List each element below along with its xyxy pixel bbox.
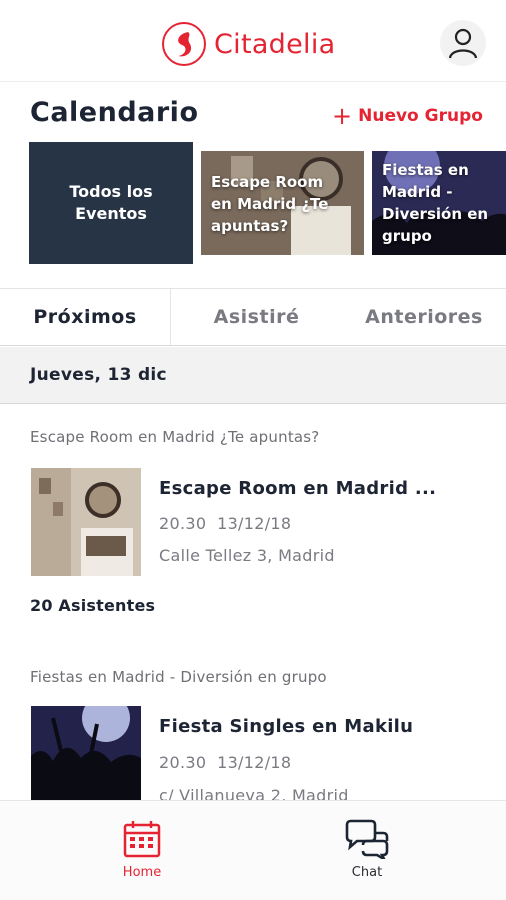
app-logo[interactable]: Citadelia bbox=[162, 22, 335, 66]
tab-proximos[interactable]: Próximos bbox=[0, 289, 171, 345]
event-thumbnail[interactable] bbox=[31, 468, 141, 576]
new-group-label: Nuevo Grupo bbox=[358, 106, 483, 126]
chat-bubbles-icon bbox=[345, 819, 389, 859]
event-title[interactable]: Escape Room en Madrid ... bbox=[159, 478, 436, 499]
nav-chat[interactable]: Chat bbox=[327, 819, 407, 880]
event-datetime: 20.30 13/12/18 bbox=[159, 514, 292, 533]
calendar-icon bbox=[123, 821, 161, 858]
group-card-label: Escape Room en Madrid ¿Te apuntas? bbox=[211, 173, 329, 235]
group-carousel[interactable]: Todos los Eventos Escape Room en Madrid … bbox=[29, 142, 506, 264]
user-icon bbox=[448, 28, 478, 59]
app-name: Citadelia bbox=[214, 28, 336, 60]
group-card-label: Todos los Eventos bbox=[69, 182, 153, 223]
escape-room-photo bbox=[31, 468, 141, 576]
group-card-escape-room[interactable]: Escape Room en Madrid ¿Te apuntas? bbox=[201, 151, 364, 255]
profile-button[interactable] bbox=[440, 20, 486, 66]
group-card-all-events[interactable]: Todos los Eventos bbox=[29, 142, 193, 264]
page-title: Calendario bbox=[30, 97, 199, 128]
event-tabs: Próximos Asistiré Anteriores bbox=[0, 288, 506, 346]
event-address: Calle Tellez 3, Madrid bbox=[159, 546, 335, 565]
event-group-name: Escape Room en Madrid ¿Te apuntas? bbox=[30, 428, 320, 446]
event-title[interactable]: Fiesta Singles en Makilu bbox=[159, 716, 413, 737]
new-group-button[interactable]: + Nuevo Grupo bbox=[332, 102, 483, 130]
plus-icon: + bbox=[332, 102, 353, 130]
tab-asistire[interactable]: Asistiré bbox=[171, 289, 342, 345]
party-photo bbox=[31, 706, 141, 800]
event-group-name: Fiestas en Madrid - Diversión en grupo bbox=[30, 668, 327, 686]
bottom-navigation: Home Chat bbox=[0, 800, 506, 900]
event-datetime: 20.30 13/12/18 bbox=[159, 753, 292, 772]
nav-home-label: Home bbox=[122, 865, 162, 880]
date-header: Jueves, 13 dic bbox=[0, 347, 506, 404]
nav-home[interactable]: Home bbox=[102, 819, 182, 880]
date-label: Jueves, 13 dic bbox=[30, 365, 167, 385]
top-bar: Citadelia bbox=[0, 0, 506, 82]
nav-chat-label: Chat bbox=[351, 865, 383, 880]
event-thumbnail[interactable] bbox=[31, 706, 141, 800]
tab-anteriores[interactable]: Anteriores bbox=[342, 289, 506, 345]
group-card-label: Fiestas en Madrid - Diversión en grupo bbox=[382, 161, 489, 245]
citadelia-logo-icon bbox=[162, 22, 206, 66]
attendees-count[interactable]: 20 Asistentes bbox=[30, 596, 155, 615]
group-card-fiestas[interactable]: Fiestas en Madrid - Diversión en grupo bbox=[372, 151, 506, 255]
